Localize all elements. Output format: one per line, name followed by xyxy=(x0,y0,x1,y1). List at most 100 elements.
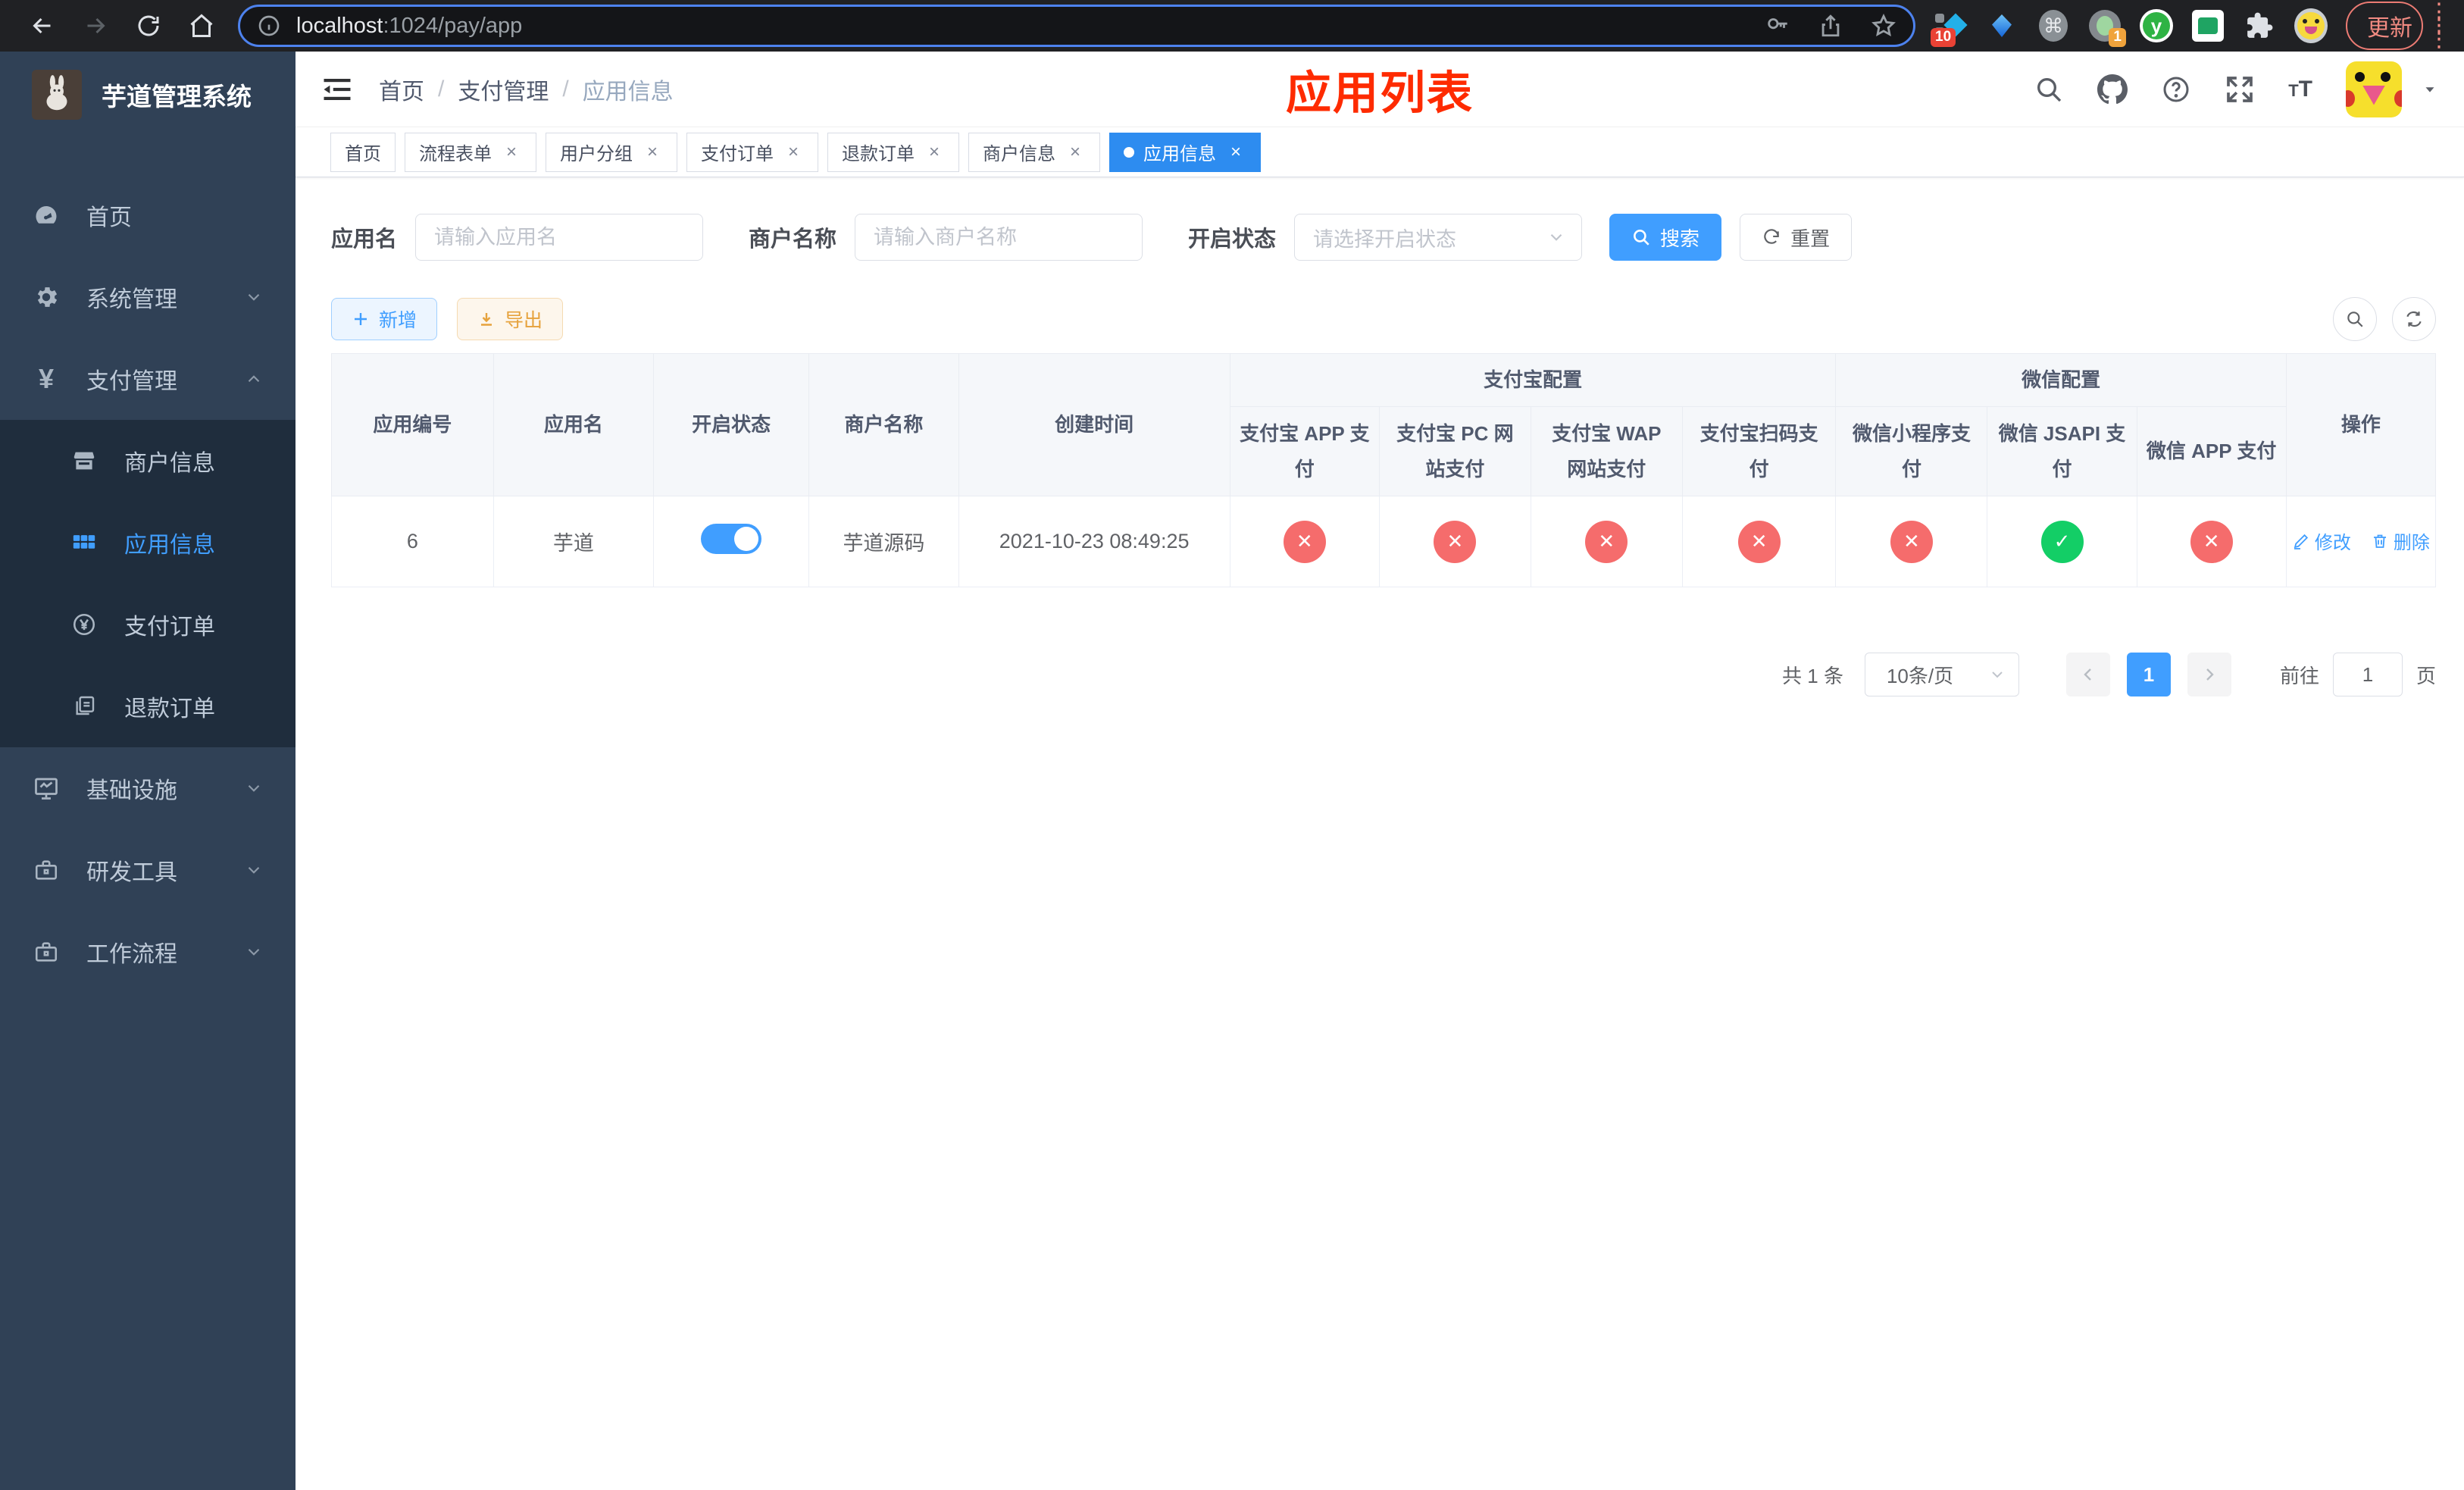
chevron-down-icon xyxy=(248,948,260,956)
col-wx-mini: 微信小程序支付 xyxy=(1835,406,1988,496)
sidebar-item-home[interactable]: 首页 xyxy=(0,174,295,256)
app-table: 应用编号 应用名 开启状态 商户名称 创建时间 支付宝配置 微信配置 操作 支付… xyxy=(331,353,2437,587)
sidebar-menu: 首页 系统管理 ¥ 支付管理 商户信息 应用信息 支付订单 退款订单 基础设施 … xyxy=(0,174,295,993)
extension-kite-icon[interactable] xyxy=(1985,9,2018,42)
browser-update-button[interactable]: 更新 xyxy=(2346,2,2423,50)
search-button[interactable]: 搜索 xyxy=(1609,214,1722,261)
sidebar-item-infrastructure[interactable]: 基础设施 xyxy=(0,747,295,829)
store-icon xyxy=(70,446,98,475)
tab-home[interactable]: 首页 xyxy=(330,132,396,172)
password-key-icon[interactable] xyxy=(1765,13,1790,39)
page-size-select[interactable]: 10条/页 xyxy=(1864,653,2019,696)
download-icon xyxy=(481,313,492,326)
bookmark-star-icon[interactable] xyxy=(1871,13,1896,39)
font-size-icon[interactable]: TT xyxy=(2288,77,2312,102)
sidebar-item-dev-tools[interactable]: 研发工具 xyxy=(0,829,295,911)
help-icon[interactable] xyxy=(2161,74,2191,105)
chevron-down-icon xyxy=(248,784,260,792)
browser-menu-icon[interactable]: ⋮ ⋮ ⋮ xyxy=(2428,1,2450,51)
close-icon[interactable]: × xyxy=(1225,142,1246,163)
add-button[interactable]: 新增 xyxy=(331,298,438,340)
logo-image xyxy=(32,70,82,120)
sidebar-item-label: 退款订单 xyxy=(124,696,215,722)
breadcrumb-current: 应用信息 xyxy=(582,79,674,105)
extensions-puzzle-icon[interactable] xyxy=(2243,9,2276,42)
refresh-table-button[interactable] xyxy=(2392,297,2436,341)
cell-merchant: 芋道源码 xyxy=(808,496,959,587)
url-text[interactable]: localhost:1024/pay/app xyxy=(296,14,1765,39)
browser-profile-avatar[interactable] xyxy=(2294,8,2328,43)
wx-app-status-icon: ✕ xyxy=(2190,520,2233,563)
export-button[interactable]: 导出 xyxy=(457,298,564,340)
sidebar-item-system[interactable]: 系统管理 xyxy=(0,256,295,338)
gear-icon xyxy=(32,283,61,311)
delete-link[interactable]: 删除 xyxy=(2371,527,2430,554)
sidebar-item-app-info[interactable]: 应用信息 xyxy=(0,502,295,584)
status-select[interactable]: 请选择开启状态 xyxy=(1294,214,1583,261)
tab-user-group[interactable]: 用户分组 × xyxy=(546,132,677,172)
browser-back-icon[interactable] xyxy=(29,12,56,39)
user-avatar[interactable] xyxy=(2346,61,2402,117)
browser-forward-icon[interactable] xyxy=(82,12,109,39)
next-page-button[interactable] xyxy=(2187,653,2231,696)
chevron-down-icon xyxy=(248,293,260,301)
breadcrumb: 首页 / 支付管理 / 应用信息 xyxy=(379,73,674,106)
prev-page-button[interactable] xyxy=(2065,653,2110,696)
extension-command-icon[interactable]: ⌘ xyxy=(2037,9,2070,42)
goto-page-input[interactable] xyxy=(2332,653,2403,696)
browser-home-icon[interactable] xyxy=(188,12,215,39)
extension-chat-icon[interactable] xyxy=(2191,9,2225,42)
extension-y-icon[interactable]: y xyxy=(2140,9,2173,42)
alipay-app-status-icon: ✕ xyxy=(1283,520,1326,563)
extension-session-icon[interactable]: 1 xyxy=(2088,9,2126,47)
close-icon[interactable]: × xyxy=(783,142,804,163)
tab-merchant-info[interactable]: 商户信息 × xyxy=(968,132,1100,172)
extension-blocker-icon[interactable]: 10 xyxy=(1931,9,1968,47)
yen-circle-icon xyxy=(70,610,98,639)
tab-process-form[interactable]: 流程表单 × xyxy=(405,132,536,172)
breadcrumb-payment[interactable]: 支付管理 xyxy=(458,73,549,106)
edit-link[interactable]: 修改 xyxy=(2292,527,2351,554)
tab-app-info[interactable]: 应用信息 × xyxy=(1109,132,1261,172)
avatar-caret-icon[interactable] xyxy=(2422,81,2438,98)
app-title: 芋道管理系统 xyxy=(102,83,252,111)
page-title: 应用列表 xyxy=(1286,67,1474,118)
sidebar-item-refund-order[interactable]: 退款订单 xyxy=(0,665,295,747)
page-unit-label: 页 xyxy=(2416,664,2436,687)
github-icon[interactable] xyxy=(2097,74,2128,105)
close-icon[interactable]: × xyxy=(642,142,663,163)
alipay-wap-status-icon: ✕ xyxy=(1585,520,1628,563)
status-toggle[interactable] xyxy=(701,524,762,554)
hide-search-button[interactable] xyxy=(2333,297,2377,341)
app-name-input[interactable] xyxy=(415,214,704,261)
search-icon xyxy=(2347,311,2363,327)
wx-mini-status-icon: ✕ xyxy=(1890,520,1933,563)
merchant-name-input[interactable] xyxy=(855,214,1143,261)
search-icon[interactable] xyxy=(2034,74,2064,105)
site-info-icon[interactable] xyxy=(257,14,281,38)
share-icon[interactable] xyxy=(1818,13,1843,39)
browser-toolbar: localhost:1024/pay/app 10 ⌘ 1 y 更新 ⋮ ⋮ ⋮ xyxy=(0,0,2464,52)
sidebar: 芋道管理系统 首页 系统管理 ¥ 支付管理 商户信息 应用信息 支付订单 退款订… xyxy=(0,52,295,1490)
sidebar-item-pay-order[interactable]: 支付订单 xyxy=(0,584,295,665)
sidebar-item-payment[interactable]: ¥ 支付管理 xyxy=(0,338,295,420)
browser-reload-icon[interactable] xyxy=(135,12,162,39)
close-icon[interactable]: × xyxy=(501,142,522,163)
address-bar[interactable]: localhost:1024/pay/app xyxy=(238,5,1915,47)
close-icon[interactable]: × xyxy=(1065,142,1086,163)
col-status: 开启状态 xyxy=(652,353,810,496)
fullscreen-icon[interactable] xyxy=(2225,74,2255,105)
reset-button[interactable]: 重置 xyxy=(1740,214,1853,261)
tab-refund-order[interactable]: 退款订单 × xyxy=(827,132,959,172)
sidebar-fold-icon[interactable] xyxy=(321,74,353,105)
app-logo[interactable]: 芋道管理系统 xyxy=(0,52,295,138)
col-alipay-app: 支付宝 APP 支付 xyxy=(1229,406,1380,496)
page-number-1[interactable]: 1 xyxy=(2126,653,2171,696)
col-alipay-qr: 支付宝扫码支付 xyxy=(1681,406,1837,496)
close-icon[interactable]: × xyxy=(924,142,945,163)
tab-pay-order[interactable]: 支付订单 × xyxy=(686,132,818,172)
sidebar-item-merchant-info[interactable]: 商户信息 xyxy=(0,420,295,502)
breadcrumb-home[interactable]: 首页 xyxy=(379,73,424,106)
sidebar-item-workflow[interactable]: 工作流程 xyxy=(0,911,295,993)
documents-icon xyxy=(70,692,98,721)
